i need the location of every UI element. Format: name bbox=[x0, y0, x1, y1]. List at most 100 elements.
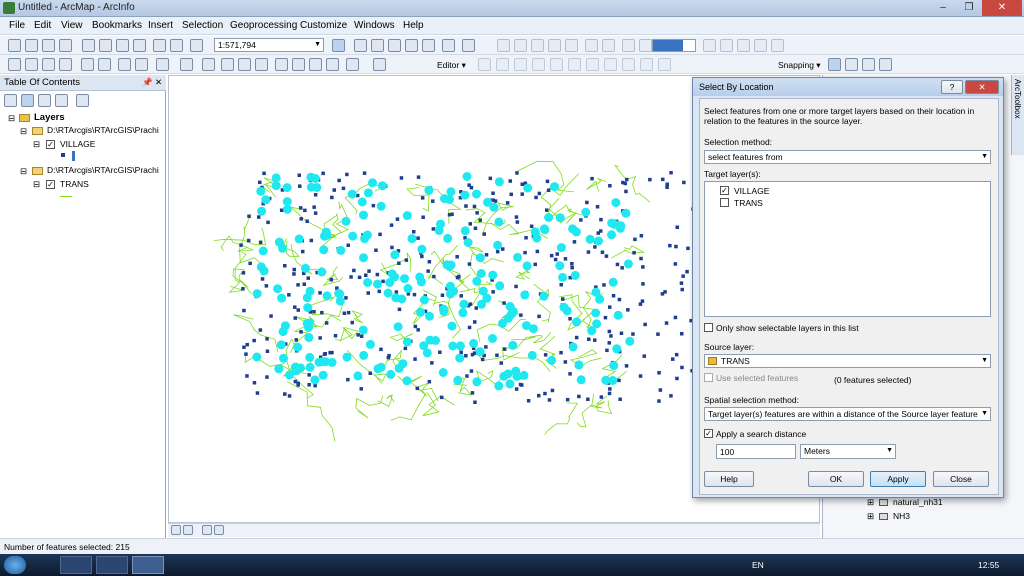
selected-village-point[interactable] bbox=[530, 227, 540, 237]
selected-village-point[interactable] bbox=[417, 244, 427, 254]
village-point[interactable] bbox=[609, 334, 613, 338]
selected-village-point[interactable] bbox=[261, 195, 271, 205]
village-point[interactable] bbox=[563, 257, 568, 261]
village-point[interactable] bbox=[625, 177, 629, 182]
village-point[interactable] bbox=[378, 232, 382, 237]
village-point[interactable] bbox=[595, 205, 600, 209]
menu-bookmarks[interactable]: Bookmarks bbox=[92, 20, 142, 31]
village-point[interactable] bbox=[664, 321, 669, 325]
village-point[interactable] bbox=[265, 337, 269, 341]
selected-village-point[interactable] bbox=[453, 375, 463, 385]
village-point[interactable] bbox=[367, 269, 371, 273]
village-point[interactable] bbox=[242, 308, 246, 313]
village-point[interactable] bbox=[262, 171, 266, 176]
selected-village-point[interactable] bbox=[613, 310, 623, 320]
full-extent-icon[interactable] bbox=[59, 58, 72, 71]
village-point[interactable] bbox=[374, 248, 378, 253]
georef-icon[interactable] bbox=[548, 39, 561, 52]
selected-village-point[interactable] bbox=[528, 324, 538, 334]
village-point[interactable] bbox=[379, 347, 383, 352]
selected-village-point[interactable] bbox=[321, 227, 331, 237]
village-point[interactable] bbox=[296, 283, 300, 287]
village-point[interactable] bbox=[345, 172, 349, 177]
village-point[interactable] bbox=[364, 273, 368, 278]
village-point[interactable] bbox=[648, 177, 652, 182]
layout-icon[interactable] bbox=[771, 39, 784, 52]
village-point[interactable] bbox=[484, 345, 488, 349]
selection-method-dropdown[interactable]: select features from ▼ bbox=[704, 150, 991, 164]
georef-icon[interactable] bbox=[531, 39, 544, 52]
source-path[interactable]: D:\RTArcgis\RTArcGIS\Prachi bbox=[47, 125, 159, 135]
selected-village-point[interactable] bbox=[494, 381, 504, 391]
selected-village-point[interactable] bbox=[550, 182, 559, 192]
selected-village-point[interactable] bbox=[402, 211, 412, 221]
village-point[interactable] bbox=[607, 329, 612, 334]
selected-village-point[interactable] bbox=[460, 190, 470, 200]
village-point[interactable] bbox=[346, 310, 351, 315]
use-selected-checkbox[interactable] bbox=[704, 373, 713, 382]
selected-village-point[interactable] bbox=[458, 308, 468, 318]
village-point[interactable] bbox=[514, 284, 518, 289]
village-point[interactable] bbox=[421, 215, 425, 220]
village-point[interactable] bbox=[459, 294, 464, 298]
village-point[interactable] bbox=[283, 392, 287, 396]
village-point[interactable] bbox=[470, 391, 475, 395]
village-point[interactable] bbox=[420, 196, 425, 200]
village-point[interactable] bbox=[499, 361, 504, 365]
menu-edit[interactable]: Edit bbox=[34, 20, 51, 31]
selected-village-point[interactable] bbox=[623, 259, 633, 269]
village-point[interactable] bbox=[673, 262, 678, 266]
village-point[interactable] bbox=[307, 373, 311, 377]
village-point[interactable] bbox=[381, 279, 385, 284]
tree-item[interactable]: NH3 bbox=[893, 511, 910, 521]
selected-village-point[interactable] bbox=[591, 287, 601, 297]
village-point[interactable] bbox=[313, 193, 318, 197]
village-point[interactable] bbox=[495, 353, 499, 358]
village-visibility-checkbox[interactable]: ✓ bbox=[46, 140, 55, 149]
village-point[interactable] bbox=[293, 305, 297, 309]
selected-village-point[interactable] bbox=[527, 350, 537, 360]
georef-icon[interactable] bbox=[497, 39, 510, 52]
options-icon[interactable] bbox=[76, 94, 89, 107]
selected-village-point[interactable] bbox=[335, 289, 345, 299]
selected-village-point[interactable] bbox=[278, 243, 287, 253]
village-point[interactable] bbox=[321, 171, 325, 176]
village-point[interactable] bbox=[587, 337, 591, 342]
selected-village-point[interactable] bbox=[547, 355, 557, 365]
paste-icon[interactable] bbox=[116, 39, 129, 52]
village-point[interactable] bbox=[537, 393, 541, 398]
village-point[interactable] bbox=[416, 175, 421, 179]
village-point[interactable] bbox=[631, 332, 635, 336]
search-window-icon[interactable] bbox=[388, 39, 401, 52]
village-point[interactable] bbox=[359, 334, 364, 339]
village-point[interactable] bbox=[244, 352, 248, 356]
selected-village-point[interactable] bbox=[279, 353, 288, 363]
dialog-close-icon[interactable]: ✕ bbox=[965, 80, 999, 94]
village-point[interactable] bbox=[608, 184, 612, 188]
village-point[interactable] bbox=[306, 276, 311, 280]
village-point[interactable] bbox=[572, 240, 577, 244]
time-slider-icon[interactable] bbox=[346, 58, 359, 71]
selected-village-point[interactable] bbox=[475, 347, 485, 357]
selected-village-point[interactable] bbox=[363, 278, 373, 287]
selected-village-point[interactable] bbox=[357, 197, 367, 207]
village-point[interactable] bbox=[420, 254, 424, 259]
selected-village-point[interactable] bbox=[305, 362, 315, 372]
village-point[interactable] bbox=[534, 195, 538, 200]
village-point[interactable] bbox=[241, 271, 246, 275]
village-point[interactable] bbox=[661, 177, 665, 182]
selected-village-point[interactable] bbox=[503, 369, 513, 379]
village-point[interactable] bbox=[293, 379, 298, 384]
village-point[interactable] bbox=[478, 218, 483, 222]
list-by-visibility-icon[interactable] bbox=[38, 94, 51, 107]
selected-village-point[interactable] bbox=[555, 261, 565, 271]
village-point[interactable] bbox=[657, 371, 661, 375]
village-point[interactable] bbox=[296, 308, 301, 312]
village-point[interactable] bbox=[680, 365, 684, 370]
source-path[interactable]: D:\RTArcgis\RTArcGIS\Prachi bbox=[47, 165, 159, 175]
selected-village-point[interactable] bbox=[574, 360, 584, 370]
village-point[interactable] bbox=[413, 324, 418, 329]
selected-village-point[interactable] bbox=[460, 226, 470, 236]
village-point[interactable] bbox=[299, 217, 304, 221]
village-point[interactable] bbox=[473, 400, 477, 405]
